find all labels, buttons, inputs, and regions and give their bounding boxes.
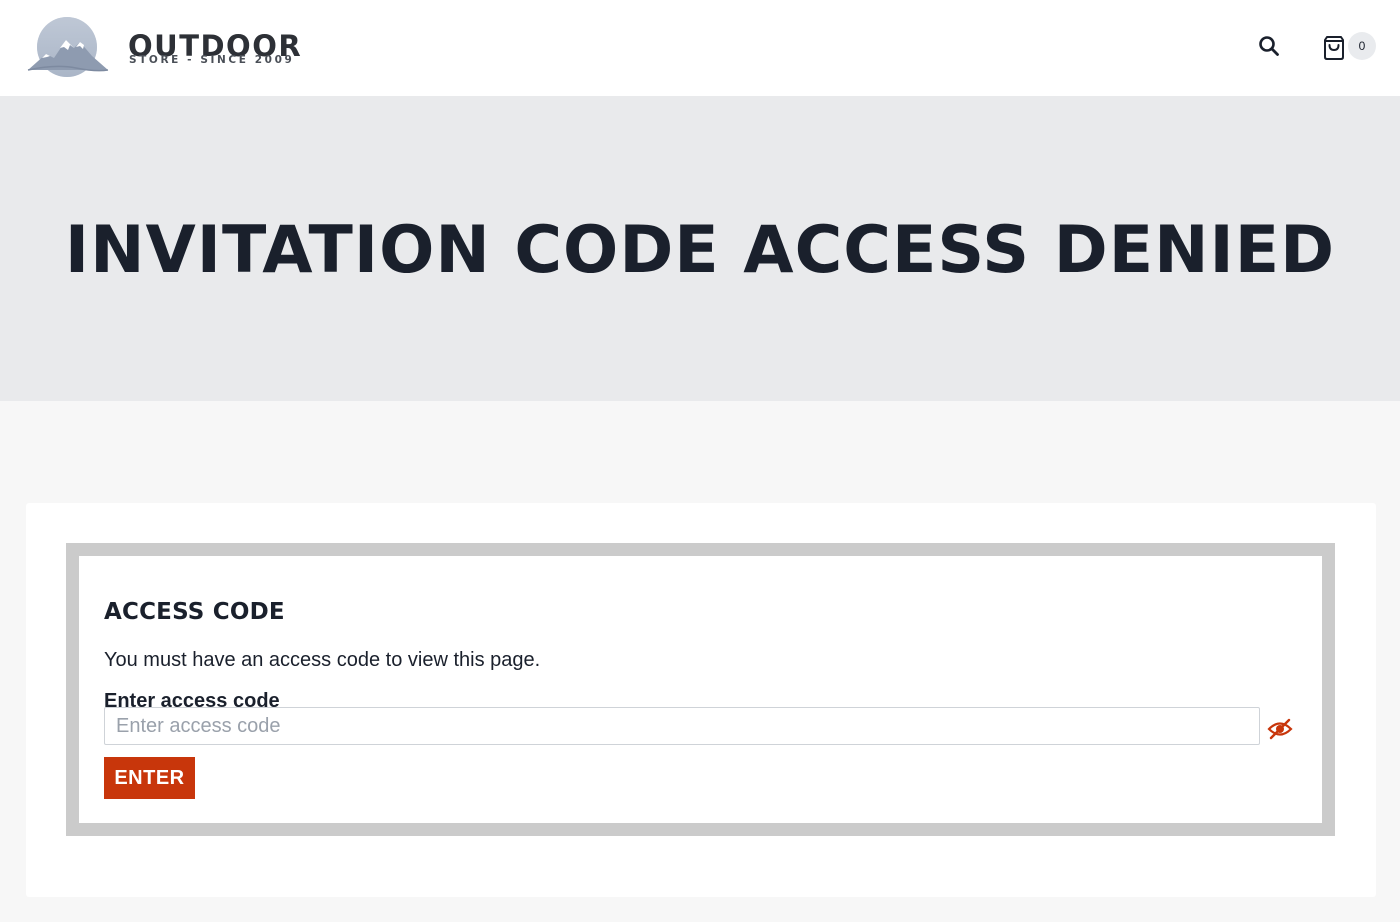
search-icon [1259,36,1279,56]
access-code-form: ACCESS CODE You must have an access code… [66,543,1335,836]
hero-banner: INVITATION CODE ACCESS DENIED [0,96,1400,401]
content-card: ACCESS CODE You must have an access code… [26,503,1376,897]
logo-subtitle: STORE - SINCE 2009 [129,54,295,66]
access-code-input[interactable] [104,707,1260,745]
search-button[interactable] [1256,33,1282,59]
enter-button[interactable]: ENTER [104,757,195,799]
cart-button[interactable]: 0 [1320,31,1378,61]
cart-count-badge: 0 [1348,32,1376,60]
shopping-bag-icon [1324,36,1344,60]
site-header: OUTDOOR STORE - SINCE 2009 0 [0,0,1400,96]
access-code-heading: ACCESS CODE [104,599,285,625]
mountain-logo-icon [27,17,109,77]
eye-slash-icon [1267,718,1293,740]
toggle-visibility-button[interactable] [1267,716,1293,740]
access-code-description: You must have an access code to view thi… [104,649,541,671]
site-logo[interactable]: OUTDOOR STORE - SINCE 2009 [26,14,301,82]
page-title: INVITATION CODE ACCESS DENIED [64,213,1336,288]
